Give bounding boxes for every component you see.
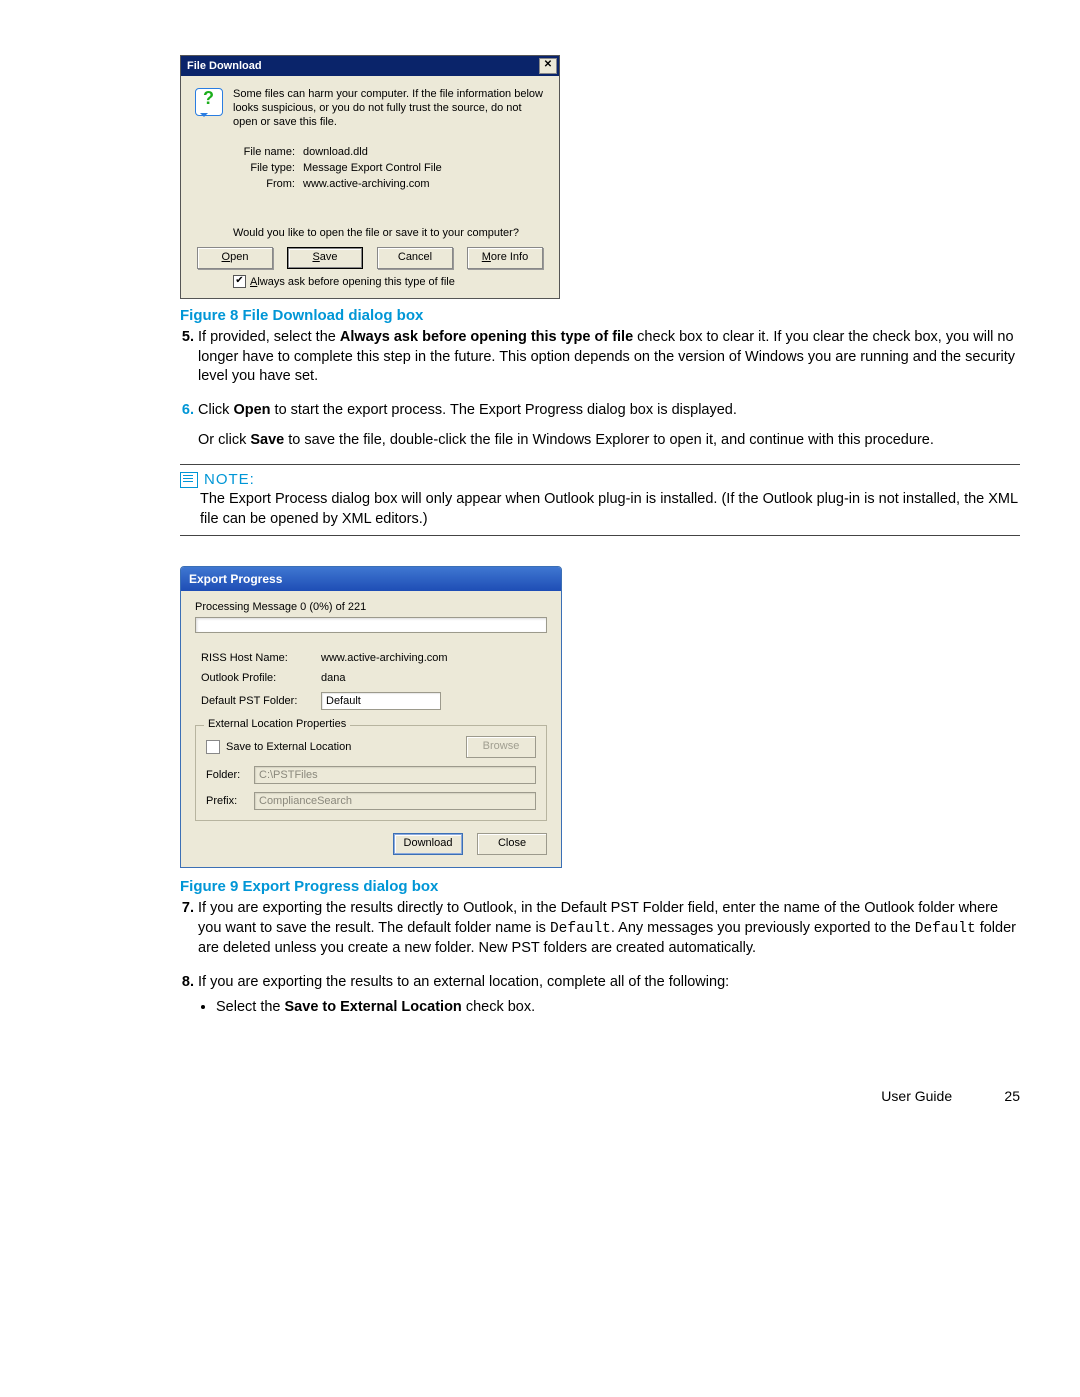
outlook-profile-label: Outlook Profile: <box>197 669 315 687</box>
note-body: The Export Process dialog box will only … <box>200 490 1020 529</box>
prefix-input[interactable]: ComplianceSearch <box>254 792 536 810</box>
external-location-legend: External Location Properties <box>204 718 350 730</box>
file-info-block: File name: download.dld File type: Messa… <box>233 143 545 193</box>
progress-bar <box>195 617 547 633</box>
progress-text: Processing Message 0 (0%) of 221 <box>195 601 547 613</box>
note-heading: NOTE: <box>204 471 255 488</box>
note-icon <box>180 472 198 488</box>
step-5: If provided, select the Always ask befor… <box>198 328 1020 387</box>
close-icon[interactable]: ✕ <box>539 58 557 74</box>
dialog-titlebar[interactable]: Export Progress <box>181 567 561 591</box>
folder-input[interactable]: C:\PSTFiles <box>254 766 536 784</box>
download-button[interactable]: Download <box>393 833 463 855</box>
question-icon <box>195 88 223 116</box>
filename-value: download.dld <box>303 145 448 159</box>
dialog-warning-text: Some files can harm your computer. If th… <box>233 88 545 129</box>
always-ask-label: Always ask before opening this type of f… <box>250 276 455 288</box>
external-location-group: External Location Properties Save to Ext… <box>195 725 547 821</box>
page-number: 25 <box>980 1088 1020 1104</box>
page-footer: User Guide 25 <box>180 1088 1020 1104</box>
filename-label: File name: <box>235 145 301 159</box>
browse-button[interactable]: Browse <box>466 736 536 758</box>
footer-label: User Guide <box>881 1088 952 1104</box>
outlook-profile-value: dana <box>317 669 452 687</box>
from-label: From: <box>235 177 301 191</box>
from-value: www.active-archiving.com <box>303 177 448 191</box>
step-6: Click Open to start the export process. … <box>198 401 1020 450</box>
note-block: NOTE: The Export Process dialog box will… <box>180 464 1020 536</box>
dialog-question: Would you like to open the file or save … <box>233 227 545 239</box>
default-pst-input[interactable]: Default <box>321 692 441 710</box>
save-external-checkbox[interactable] <box>206 740 220 754</box>
close-button[interactable]: Close <box>477 833 547 855</box>
default-pst-label: Default PST Folder: <box>197 689 315 713</box>
step-7: If you are exporting the results directl… <box>198 899 1020 959</box>
save-button[interactable]: Save <box>287 247 363 269</box>
step-8: If you are exporting the results to an e… <box>198 973 1020 1018</box>
export-progress-dialog: Export Progress Processing Message 0 (0%… <box>180 566 562 868</box>
filetype-value: Message Export Control File <box>303 161 448 175</box>
dialog-titlebar[interactable]: File Download ✕ <box>181 56 559 76</box>
open-button[interactable]: Open <box>197 247 273 269</box>
riss-host-label: RISS Host Name: <box>197 649 315 667</box>
riss-host-value: www.active-archiving.com <box>317 649 452 667</box>
filetype-label: File type: <box>235 161 301 175</box>
figure-9-caption: Figure 9 Export Progress dialog box <box>180 878 1020 895</box>
file-download-dialog: File Download ✕ Some files can harm your… <box>180 55 560 299</box>
dialog-title: File Download <box>187 60 262 72</box>
step-8-bullet-1: Select the Save to External Location che… <box>216 998 1020 1018</box>
always-ask-checkbox[interactable]: ✔ <box>233 275 246 288</box>
more-info-button[interactable]: More Info <box>467 247 543 269</box>
prefix-label: Prefix: <box>206 795 248 807</box>
save-external-label: Save to External Location <box>226 741 460 753</box>
folder-label: Folder: <box>206 769 248 781</box>
figure-8-caption: Figure 8 File Download dialog box <box>180 307 1020 324</box>
cancel-button[interactable]: Cancel <box>377 247 453 269</box>
